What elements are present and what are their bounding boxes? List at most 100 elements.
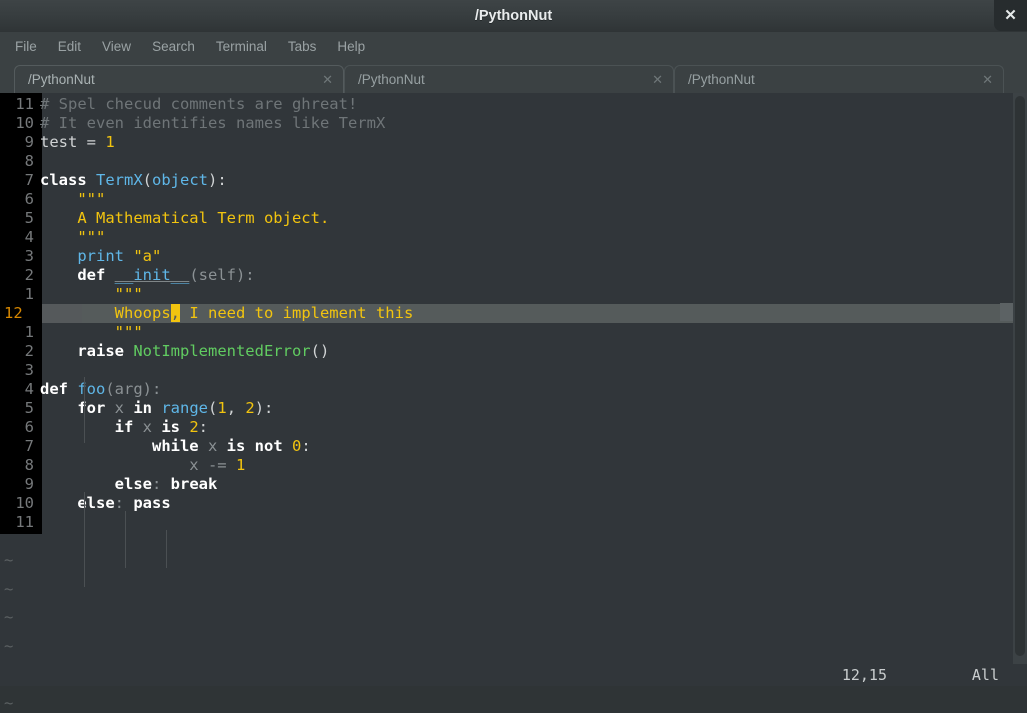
line-text: Whoops, I need to implement this xyxy=(40,304,413,323)
tilde-icon: ~ xyxy=(4,693,14,712)
code-token: range xyxy=(161,399,208,417)
tab-2[interactable]: /PythonNut ✕ xyxy=(344,65,674,93)
code-line-current[interactable]: 12 Whoops, I need to implement this xyxy=(0,304,1027,323)
code-token: x -= xyxy=(40,456,236,474)
line-text: class TermX(object): xyxy=(40,171,227,190)
tilde-icon: ~ xyxy=(4,579,14,598)
code-line[interactable]: 8 x -= 1 xyxy=(0,456,1027,475)
tab-close-icon[interactable]: ✕ xyxy=(982,66,993,92)
line-number: 10 xyxy=(15,494,34,512)
code-line[interactable]: 2 raise NotImplementedError() xyxy=(0,342,1027,361)
code-token: I need to implement this xyxy=(180,304,414,322)
code-line[interactable]: 8 xyxy=(0,152,1027,171)
code-token: foo xyxy=(77,380,106,398)
code-token: """ xyxy=(40,285,143,303)
code-token: """ xyxy=(40,190,106,208)
menu-item-tabs[interactable]: Tabs xyxy=(279,32,326,61)
menu-item-help[interactable]: Help xyxy=(328,32,374,61)
menu-item-view[interactable]: View xyxy=(93,32,140,61)
code-token: raise xyxy=(77,342,134,360)
code-token: is not xyxy=(226,437,292,455)
menu-bar: File Edit View Search Terminal Tabs Help xyxy=(0,32,1027,61)
line-text: """ xyxy=(40,228,105,247)
vim-editor[interactable]: 11 # Spel checud comments are ghreat! 10 # … xyxy=(0,93,1027,712)
line-number: 1 xyxy=(24,285,34,303)
empty-line-marker-row: ~ xyxy=(0,694,1027,713)
scrollbar-thumb[interactable] xyxy=(1015,96,1025,656)
code-token: "a" xyxy=(133,247,162,265)
code-line[interactable]: 1 """ xyxy=(0,285,1027,304)
code-line[interactable]: 10 # It even identifies names like TermX xyxy=(0,114,1027,133)
code-line[interactable]: 6 """ xyxy=(0,190,1027,209)
code-line[interactable]: 3 xyxy=(0,361,1027,380)
code-token: ): xyxy=(208,171,227,189)
line-number: 3 xyxy=(24,361,34,379)
code-line[interactable]: 11 xyxy=(0,513,1027,532)
code-token: __init__ xyxy=(114,266,190,284)
close-icon[interactable]: ✕ xyxy=(994,0,1027,31)
tab-3[interactable]: /PythonNut ✕ xyxy=(674,65,1004,93)
code-area[interactable]: 11 # Spel checud comments are ghreat! 10 # … xyxy=(0,93,1027,712)
cursor-position: 12,15 xyxy=(841,666,887,684)
code-token: if xyxy=(114,418,143,436)
code-line[interactable]: 7 class TermX(object): xyxy=(0,171,1027,190)
code-token: ( xyxy=(208,399,218,417)
code-line[interactable]: 11 # Spel checud comments are ghreat! xyxy=(0,95,1027,114)
line-number: 9 xyxy=(24,475,34,493)
line-text: if x is 2: xyxy=(40,418,208,437)
line-number: 10 xyxy=(15,114,34,132)
code-line[interactable]: 7 while x is not 0: xyxy=(0,437,1027,456)
tab-close-icon[interactable]: ✕ xyxy=(322,66,333,92)
code-line[interactable]: 4 def foo(arg): xyxy=(0,380,1027,399)
text-cursor: , xyxy=(170,304,180,322)
line-number: 6 xyxy=(24,418,34,436)
menu-item-search[interactable]: Search xyxy=(143,32,204,61)
code-token: x xyxy=(142,418,162,436)
code-line[interactable]: 6 if x is 2: xyxy=(0,418,1027,437)
menu-item-terminal[interactable]: Terminal xyxy=(207,32,276,61)
empty-line-marker-row: ~ xyxy=(0,608,1027,627)
code-token: 0 xyxy=(291,437,302,455)
tab-1[interactable]: /PythonNut ✕ xyxy=(14,65,344,93)
code-token: 1 xyxy=(105,133,115,151)
tab-label: /PythonNut xyxy=(688,72,755,87)
code-line[interactable]: 2 def __init__(self): xyxy=(0,266,1027,285)
code-token: : xyxy=(198,418,209,436)
tilde-icon: ~ xyxy=(4,636,14,655)
code-line[interactable]: 3 print "a" xyxy=(0,247,1027,266)
code-token: print xyxy=(77,247,134,265)
tilde-icon: ~ xyxy=(4,551,14,569)
code-token: ( xyxy=(142,171,153,189)
line-number: 7 xyxy=(24,437,34,455)
menu-item-edit[interactable]: Edit xyxy=(49,32,90,61)
code-token: NotImplementedError xyxy=(133,342,311,360)
code-line[interactable]: 5 for x in range(1, 2): xyxy=(0,399,1027,418)
code-token: else xyxy=(77,494,115,512)
code-line[interactable]: 10 else: pass xyxy=(0,494,1027,513)
line-number: 5 xyxy=(24,399,34,417)
line-text: A Mathematical Term object. xyxy=(40,209,329,228)
code-line[interactable]: 9 test = 1 xyxy=(0,133,1027,152)
code-line[interactable]: 5 A Mathematical Term object. xyxy=(0,209,1027,228)
code-token: def xyxy=(77,266,115,284)
menu-item-file[interactable]: File xyxy=(6,32,46,61)
code-line[interactable]: 1 """ xyxy=(0,323,1027,342)
indent-guide xyxy=(166,530,167,568)
line-text: """ xyxy=(40,323,143,342)
line-number: 6 xyxy=(24,190,34,208)
code-line[interactable]: 4 """ xyxy=(0,228,1027,247)
line-text: raise NotImplementedError() xyxy=(40,342,329,361)
code-token: is xyxy=(161,418,190,436)
code-token: (self): xyxy=(189,266,255,284)
line-number: 5 xyxy=(24,209,34,227)
code-line[interactable]: 9 else: break xyxy=(0,475,1027,494)
line-text: else: break xyxy=(40,475,218,494)
code-token: , xyxy=(226,399,246,417)
tab-label: /PythonNut xyxy=(358,72,425,87)
tab-close-icon[interactable]: ✕ xyxy=(652,66,663,92)
code-token: break xyxy=(170,475,218,493)
window-title: /PythonNut xyxy=(474,8,553,24)
code-token: for xyxy=(77,399,115,417)
line-number: 11 xyxy=(15,95,34,113)
